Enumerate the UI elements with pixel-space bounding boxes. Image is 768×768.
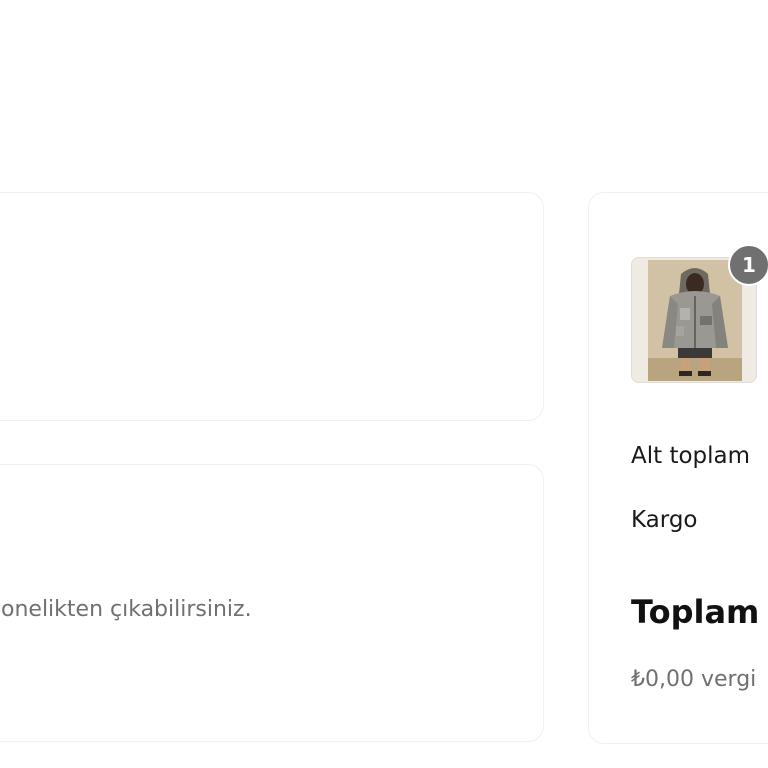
checkout-page: onelikten çıkabilirsiniz. 1 Alt toplam K…: [0, 0, 768, 768]
shipping-label: Kargo: [631, 507, 698, 533]
product-thumbnail: 1: [631, 244, 768, 383]
subtotal-label: Alt toplam: [631, 443, 751, 469]
order-summary-card: 1 Alt toplam Kargo Toplam ₺0,00 vergi: [588, 192, 768, 744]
total-label: Toplam: [631, 593, 760, 631]
quantity-badge: 1: [728, 244, 768, 286]
tax-note: ₺0,00 vergi: [631, 667, 757, 692]
contact-section-card: [0, 192, 544, 421]
newsletter-section-card: onelikten çıkabilirsiniz.: [0, 464, 544, 742]
product-image-icon: [648, 260, 742, 381]
unsubscribe-note: onelikten çıkabilirsiniz.: [1, 597, 252, 622]
